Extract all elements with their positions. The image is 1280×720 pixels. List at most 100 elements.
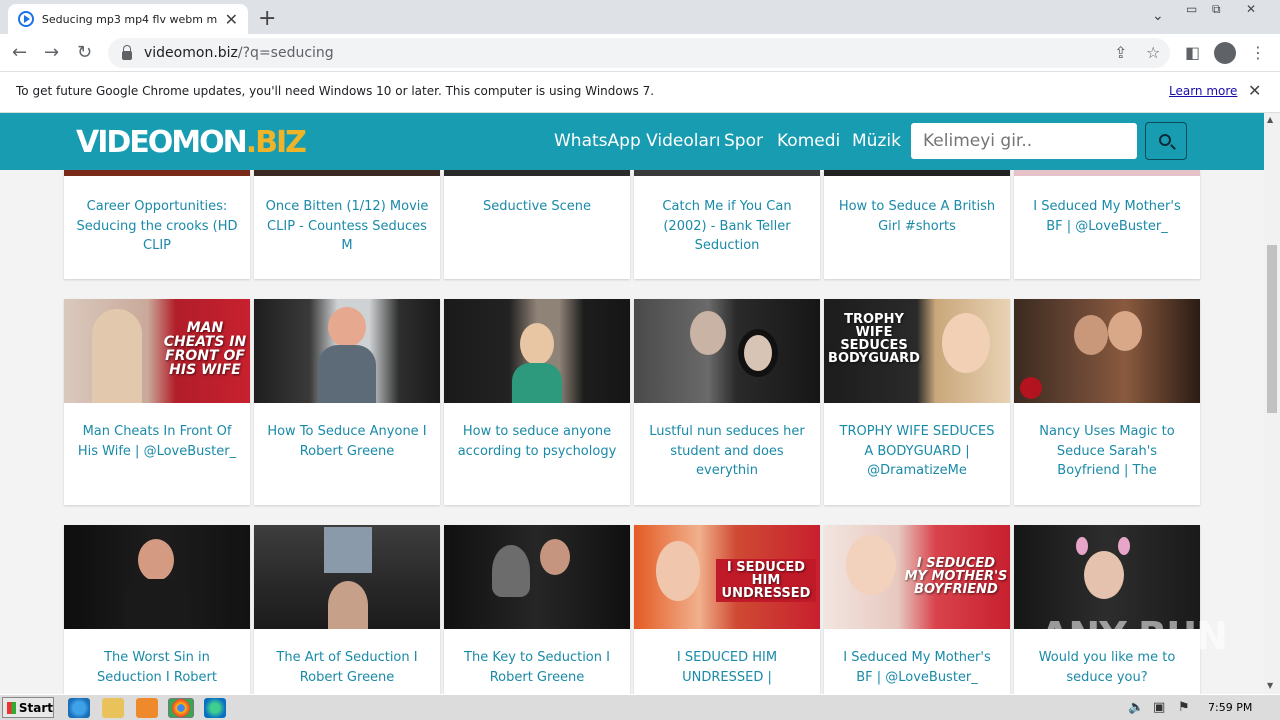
- video-card[interactable]: The Worst Sin in Seduction I Robert: [64, 525, 250, 694]
- thumbnail[interactable]: [634, 170, 820, 176]
- nav-muzik[interactable]: Müzik: [852, 131, 901, 151]
- thumbnail[interactable]: I SEDUCED HIM UNDRESSED: [634, 525, 820, 629]
- nav-spor[interactable]: Spor: [724, 131, 763, 151]
- new-tab-button[interactable]: +: [258, 6, 276, 31]
- video-title[interactable]: Once Bitten (1/12) Movie CLIP - Countess…: [264, 197, 430, 256]
- action-center-flag-icon[interactable]: ⚑: [1178, 700, 1190, 715]
- video-card[interactable]: How To Seduce Anyone I Robert Greene: [254, 299, 440, 505]
- video-title[interactable]: The Worst Sin in Seduction I Robert: [74, 648, 240, 687]
- taskbar: Start 🔈 ▣ ⚑ 7:59 PM: [0, 694, 1280, 720]
- thumbnail[interactable]: MAN CHEATS IN FRONT OF HIS WIFE: [64, 299, 250, 403]
- thumbnail[interactable]: [1014, 299, 1200, 403]
- start-button[interactable]: Start: [2, 697, 54, 718]
- thumbnail[interactable]: [254, 525, 440, 629]
- video-title[interactable]: I Seduced My Mother's BF | @LoveBuster_: [1024, 197, 1190, 236]
- video-title[interactable]: Man Cheats In Front Of His Wife | @LoveB…: [74, 422, 240, 461]
- video-card[interactable]: Once Bitten (1/12) Movie CLIP - Countess…: [254, 170, 440, 279]
- video-title[interactable]: Career Opportunities: Seducing the crook…: [74, 197, 240, 256]
- browser-tab[interactable]: Seducing mp3 mp4 flv webm m4a hd ✕: [8, 4, 248, 34]
- thumbnail[interactable]: [824, 170, 1010, 176]
- thumbnail[interactable]: [444, 170, 630, 176]
- video-card[interactable]: How to Seduce A British Girl #shorts: [824, 170, 1010, 279]
- person-body: [124, 579, 190, 629]
- thumbnail[interactable]: [1014, 170, 1200, 176]
- video-card[interactable]: The Key to Seduction I Robert Greene: [444, 525, 630, 694]
- search-input[interactable]: [911, 123, 1137, 159]
- video-card[interactable]: MAN CHEATS IN FRONT OF HIS WIFE Man Chea…: [64, 299, 250, 505]
- thumbnail[interactable]: [64, 170, 250, 176]
- side-panel-icon[interactable]: ◧: [1185, 43, 1200, 62]
- nav-whatsapp[interactable]: WhatsApp Videoları: [554, 131, 721, 151]
- volume-icon[interactable]: 🔈: [1128, 700, 1144, 715]
- video-title[interactable]: How To Seduce Anyone I Robert Greene: [264, 422, 430, 461]
- address-bar[interactable]: videomon.biz/?q=seducing: [108, 38, 1170, 68]
- tab-strip: Seducing mp3 mp4 flv webm m4a hd ✕ + ⌄ ▭…: [0, 0, 1280, 34]
- reload-icon[interactable]: ↻: [77, 42, 92, 63]
- network-icon[interactable]: ▣: [1153, 700, 1165, 715]
- thumbnail[interactable]: [444, 525, 630, 629]
- video-card[interactable]: Lustful nun seduces her student and does…: [634, 299, 820, 505]
- close-infobar-icon[interactable]: ✕: [1248, 81, 1261, 100]
- video-card[interactable]: I Seduced My Mother's BF | @LoveBuster_: [1014, 170, 1200, 279]
- site-logo[interactable]: VIDEOMON.BIZ: [76, 125, 307, 160]
- tab-title: Seducing mp3 mp4 flv webm m4a hd: [41, 12, 217, 26]
- minimize-icon[interactable]: ▭: [1186, 2, 1197, 16]
- media-player-icon[interactable]: [136, 698, 158, 718]
- scroll-up-icon[interactable]: ▲: [1267, 115, 1273, 124]
- back-icon[interactable]: ←: [12, 42, 27, 63]
- person-image: [138, 539, 174, 581]
- video-title[interactable]: Catch Me if You Can (2002) - Bank Teller…: [644, 197, 810, 256]
- scroll-down-icon[interactable]: ▼: [1267, 681, 1273, 690]
- video-title[interactable]: How to seduce anyone according to psycho…: [454, 422, 620, 461]
- restore-icon[interactable]: ⧉: [1212, 2, 1221, 17]
- video-card[interactable]: Nancy Uses Magic to Seduce Sarah's Boyfr…: [1014, 299, 1200, 505]
- video-card[interactable]: I SEDUCED HIM UNDRESSED I SEDUCED HIM UN…: [634, 525, 820, 694]
- thumbnail[interactable]: I SEDUCED MY MOTHER'S BOYFRIEND: [824, 525, 1010, 629]
- video-card[interactable]: Would you like me to seduce you?: [1014, 525, 1200, 694]
- internet-explorer-icon[interactable]: [68, 698, 90, 718]
- forward-icon[interactable]: →: [44, 42, 59, 63]
- learn-more-link[interactable]: Learn more: [1169, 84, 1237, 98]
- thumbnail[interactable]: [254, 299, 440, 403]
- video-card[interactable]: I SEDUCED MY MOTHER'S BOYFRIEND I Seduce…: [824, 525, 1010, 694]
- file-explorer-icon[interactable]: [102, 698, 124, 718]
- menu-icon[interactable]: ⋮: [1250, 43, 1266, 62]
- close-tab-icon[interactable]: ✕: [225, 10, 238, 29]
- video-card[interactable]: Career Opportunities: Seducing the crook…: [64, 170, 250, 279]
- person-image: [1074, 315, 1108, 355]
- close-window-icon[interactable]: ✕: [1246, 2, 1256, 16]
- nav-komedi[interactable]: Komedi: [777, 131, 840, 151]
- video-title[interactable]: How to Seduce A British Girl #shorts: [834, 197, 1000, 236]
- chrome-icon[interactable]: [168, 698, 194, 718]
- video-card[interactable]: TROPHY WIFE SEDUCES BODYGUARD TROPHY WIF…: [824, 299, 1010, 505]
- windows-logo-icon: [7, 701, 16, 714]
- search-button[interactable]: [1145, 122, 1187, 160]
- video-title[interactable]: Seductive Scene: [454, 197, 620, 217]
- thumbnail[interactable]: [444, 299, 630, 403]
- nun-image: [738, 329, 778, 377]
- share-icon[interactable]: ⇪: [1114, 43, 1127, 62]
- video-title[interactable]: Lustful nun seduces her student and does…: [644, 422, 810, 481]
- video-card[interactable]: Seductive Scene: [444, 170, 630, 279]
- video-title[interactable]: The Art of Seduction I Robert Greene: [264, 648, 430, 687]
- video-title[interactable]: TROPHY WIFE SEDUCES A BODYGUARD | @Drama…: [834, 422, 1000, 481]
- video-card[interactable]: The Art of Seduction I Robert Greene: [254, 525, 440, 694]
- video-card[interactable]: How to seduce anyone according to psycho…: [444, 299, 630, 505]
- chevron-down-icon[interactable]: ⌄: [1152, 8, 1164, 24]
- thumbnail[interactable]: [634, 299, 820, 403]
- video-title[interactable]: I SEDUCED HIM UNDRESSED |: [644, 648, 810, 687]
- profile-avatar[interactable]: [1214, 42, 1236, 64]
- edge-icon[interactable]: [204, 698, 226, 718]
- video-title[interactable]: I Seduced My Mother's BF | @LoveBuster_: [834, 648, 1000, 687]
- person-image: [656, 541, 700, 601]
- thumbnail[interactable]: [254, 170, 440, 176]
- thumbnail-caption: MAN CHEATS IN FRONT OF HIS WIFE: [163, 320, 247, 378]
- vertical-scrollbar[interactable]: ▲ ▼: [1264, 113, 1280, 694]
- thumbnail[interactable]: TROPHY WIFE SEDUCES BODYGUARD: [824, 299, 1010, 403]
- video-title[interactable]: Nancy Uses Magic to Seduce Sarah's Boyfr…: [1024, 422, 1190, 481]
- video-title[interactable]: The Key to Seduction I Robert Greene: [454, 648, 620, 687]
- thumbnail[interactable]: [64, 525, 250, 629]
- bookmark-star-icon[interactable]: ☆: [1146, 43, 1160, 62]
- video-card[interactable]: Catch Me if You Can (2002) - Bank Teller…: [634, 170, 820, 279]
- scrollbar-thumb[interactable]: [1267, 245, 1277, 413]
